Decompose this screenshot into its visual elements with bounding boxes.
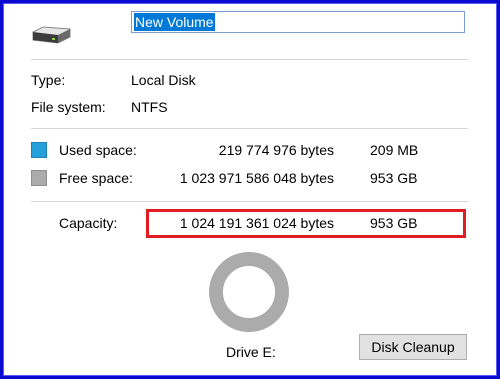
- free-space-label: Free space:: [59, 170, 133, 186]
- used-space-swatch: [31, 142, 47, 158]
- drive-label: Drive E:: [226, 344, 276, 360]
- disk-cleanup-button[interactable]: Disk Cleanup: [359, 334, 467, 360]
- usage-donut-chart: [209, 252, 289, 332]
- drive-icon: [32, 26, 71, 44]
- file-system-value: NTFS: [131, 99, 168, 115]
- free-space-swatch: [31, 170, 47, 186]
- free-space-bytes: 1 023 971 586 048 bytes: [179, 170, 334, 186]
- separator: [31, 128, 468, 129]
- type-value: Local Disk: [131, 72, 196, 88]
- type-label: Type:: [31, 72, 66, 88]
- capacity-highlight-box: [146, 209, 466, 238]
- volume-name-input[interactable]: New Volume: [131, 11, 465, 33]
- used-space-bytes: 219 774 976 bytes: [218, 142, 334, 158]
- volume-name-text: New Volume: [134, 13, 215, 31]
- separator: [31, 201, 468, 202]
- capacity-label: Capacity:: [59, 215, 118, 231]
- free-space-size: 953 GB: [370, 170, 418, 186]
- used-space-label: Used space:: [59, 142, 137, 158]
- separator: [31, 59, 468, 60]
- used-space-size: 209 MB: [370, 142, 419, 158]
- file-system-label: File system:: [31, 99, 106, 115]
